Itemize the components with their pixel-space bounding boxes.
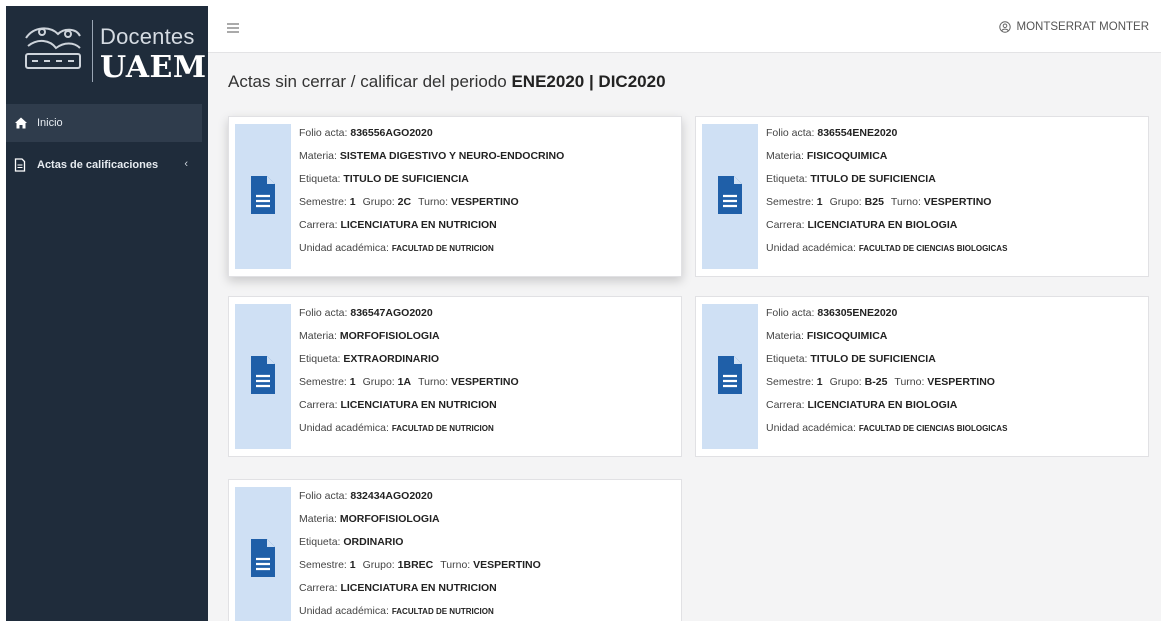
acta-card[interactable]: Folio acta: 836305ENE2020 Materia: FISIC… <box>695 296 1149 457</box>
document-icon <box>14 158 28 172</box>
folio-line: Folio acta: 836554ENE2020 <box>766 127 898 139</box>
card-icon-panel <box>235 487 291 621</box>
unidad-line: Unidad académica: FACULTAD DE CIENCIAS B… <box>766 422 1008 434</box>
carrera-line: Carrera: LICENCIATURA EN NUTRICION <box>299 399 497 411</box>
folio-line: Folio acta: 836556AGO2020 <box>299 127 433 139</box>
sidebar-item-inicio[interactable]: Inicio <box>6 104 202 142</box>
materia-line: Materia: MORFOFISIOLOGIA <box>299 330 440 342</box>
unidad-line: Unidad académica: FACULTAD DE NUTRICION <box>299 242 494 254</box>
page-title: Actas sin cerrar / calificar del periodo… <box>228 72 666 91</box>
user-name: MONTSERRAT MONTER <box>1016 21 1149 33</box>
brand-title-top: Docentes <box>100 24 195 49</box>
semestre-line: Semestre: 1 Grupo: B-25 Turno: VESPERTINO <box>766 376 995 388</box>
brand[interactable]: Docentes UAEM <box>6 6 208 94</box>
etiqueta-line: Etiqueta: TITULO DE SUFICIENCIA <box>766 353 936 365</box>
acta-card[interactable]: Folio acta: 836554ENE2020 Materia: FISIC… <box>695 116 1149 277</box>
sidebar-item-label: Inicio <box>37 117 63 129</box>
card-details: Folio acta: 836547AGO2020 Materia: MORFO… <box>299 307 519 445</box>
card-details: Folio acta: 836305ENE2020 Materia: FISIC… <box>766 307 1007 445</box>
card-details: Folio acta: 836554ENE2020 Materia: FISIC… <box>766 127 1007 265</box>
document-icon <box>718 356 742 394</box>
card-icon-panel <box>702 304 758 449</box>
folio-line: Folio acta: 836547AGO2020 <box>299 307 433 319</box>
carrera-line: Carrera: LICENCIATURA EN BIOLOGIA <box>766 399 958 411</box>
document-icon <box>251 176 275 214</box>
materia-line: Materia: SISTEMA DIGESTIVO Y NEURO-ENDOC… <box>299 150 565 162</box>
carrera-line: Carrera: LICENCIATURA EN BIOLOGIA <box>766 219 958 231</box>
folio-line: Folio acta: 832434AGO2020 <box>299 490 433 502</box>
main-content: MONTSERRAT MONTER Actas sin cerrar / cal… <box>208 6 1161 621</box>
app-frame: Docentes UAEM Inicio Actas de calificaci… <box>6 6 1161 621</box>
card-icon-panel <box>235 304 291 449</box>
topbar: MONTSERRAT MONTER <box>208 6 1161 53</box>
home-icon <box>14 116 28 130</box>
user-menu[interactable]: MONTSERRAT MONTER <box>998 21 1149 33</box>
uaem-logo-icon <box>25 27 81 69</box>
user-circle-icon <box>998 21 1011 33</box>
brand-divider <box>92 20 93 82</box>
semestre-line: Semestre: 1 Grupo: 1A Turno: VESPERTINO <box>299 376 519 388</box>
period-label: ENE2020 | DIC2020 <box>511 72 666 91</box>
folio-line: Folio acta: 836305ENE2020 <box>766 307 898 319</box>
unidad-line: Unidad académica: FACULTAD DE NUTRICION <box>299 605 494 617</box>
etiqueta-line: Etiqueta: EXTRAORDINARIO <box>299 353 440 365</box>
hamburger-icon[interactable] <box>226 22 240 34</box>
materia-line: Materia: FISICOQUIMICA <box>766 150 888 162</box>
unidad-line: Unidad académica: FACULTAD DE NUTRICION <box>299 422 494 434</box>
unidad-line: Unidad académica: FACULTAD DE CIENCIAS B… <box>766 242 1008 254</box>
card-details: Folio acta: 832434AGO2020 Materia: MORFO… <box>299 490 541 621</box>
document-icon <box>251 539 275 577</box>
acta-card[interactable]: Folio acta: 836556AGO2020 Materia: SISTE… <box>228 116 682 277</box>
etiqueta-line: Etiqueta: TITULO DE SUFICIENCIA <box>299 173 469 185</box>
chevron-left-icon: ‹ <box>184 158 188 170</box>
document-icon <box>718 176 742 214</box>
card-icon-panel <box>702 124 758 269</box>
materia-line: Materia: MORFOFISIOLOGIA <box>299 513 440 525</box>
etiqueta-line: Etiqueta: ORDINARIO <box>299 536 404 548</box>
acta-card[interactable]: Folio acta: 832434AGO2020 Materia: MORFO… <box>228 479 682 621</box>
etiqueta-line: Etiqueta: TITULO DE SUFICIENCIA <box>766 173 936 185</box>
semestre-line: Semestre: 1 Grupo: 1BREC Turno: VESPERTINO <box>299 559 541 571</box>
acta-card[interactable]: Folio acta: 836547AGO2020 Materia: MORFO… <box>228 296 682 457</box>
card-icon-panel <box>235 124 291 269</box>
semestre-line: Semestre: 1 Grupo: B25 Turno: VESPERTINO <box>766 196 992 208</box>
materia-line: Materia: FISICOQUIMICA <box>766 330 888 342</box>
carrera-line: Carrera: LICENCIATURA EN NUTRICION <box>299 582 497 594</box>
carrera-line: Carrera: LICENCIATURA EN NUTRICION <box>299 219 497 231</box>
sidebar-item-label: Actas de calificaciones <box>37 159 159 171</box>
document-icon <box>251 356 275 394</box>
sidebar: Docentes UAEM Inicio Actas de calificaci… <box>6 6 208 621</box>
card-details: Folio acta: 836556AGO2020 Materia: SISTE… <box>299 127 564 265</box>
brand-title-bottom: UAEM <box>100 50 207 85</box>
sidebar-item-actas[interactable]: Actas de calificaciones ‹ <box>6 146 202 184</box>
semestre-line: Semestre: 1 Grupo: 2C Turno: VESPERTINO <box>299 196 519 208</box>
